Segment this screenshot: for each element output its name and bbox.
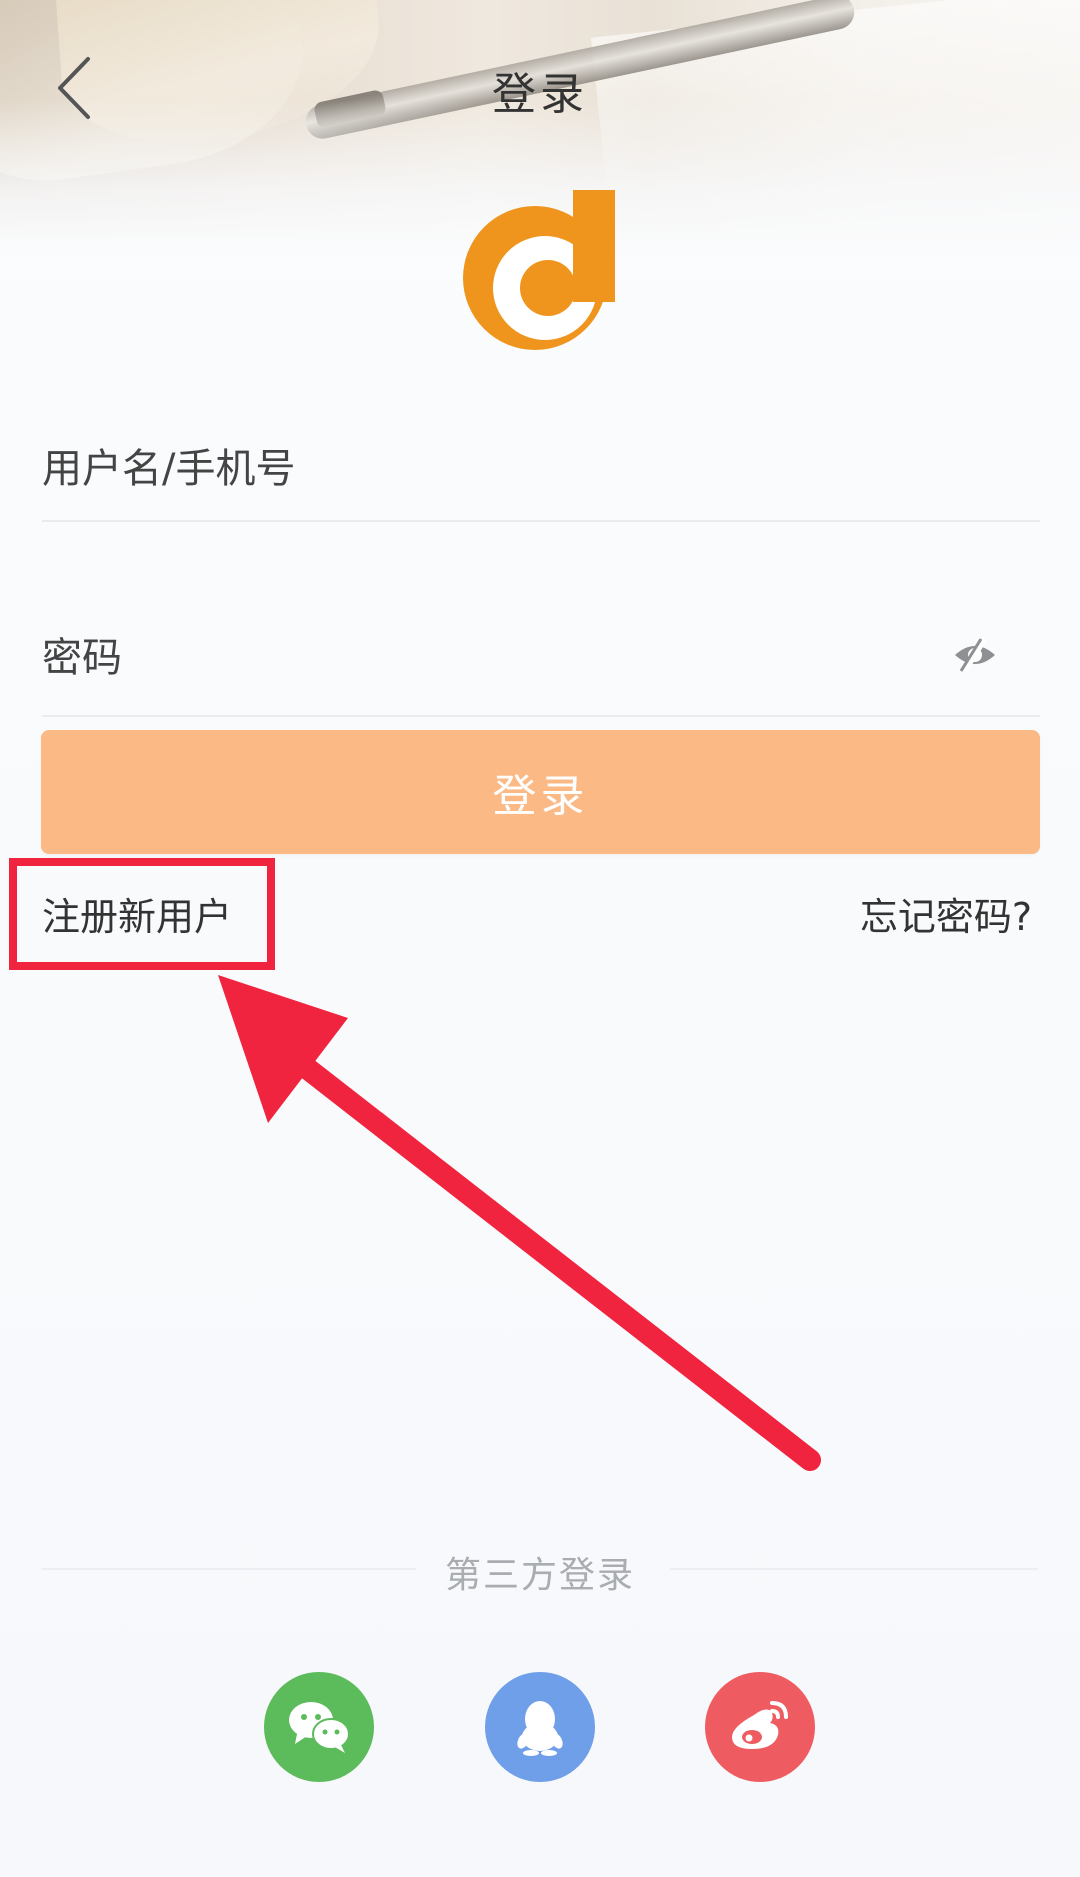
page-title: 登录 [492,69,588,120]
password-input[interactable] [42,628,922,688]
weibo-login-button[interactable] [705,1672,815,1782]
username-field [42,425,1040,522]
eye-hidden-icon [955,637,995,673]
qq-icon [517,1701,563,1756]
divider-right [670,1568,1038,1570]
username-input[interactable] [42,439,922,499]
password-field [42,620,1040,717]
login-button[interactable]: 登录 [41,730,1040,854]
wechat-icon [289,1702,350,1753]
third-party-login-label: 第三方登录 [444,1555,635,1596]
weibo-icon [732,1701,788,1749]
wechat-login-button[interactable] [264,1672,374,1782]
qq-login-button[interactable] [485,1672,595,1782]
forgot-password-link[interactable]: 忘记密码? [860,886,1032,941]
login-screen: 登录 登录 注册 [0,0,1080,1877]
annotation-highlight-box [9,858,275,970]
brand-logo-icon [463,190,623,356]
password-visibility-toggle[interactable] [948,630,1002,680]
